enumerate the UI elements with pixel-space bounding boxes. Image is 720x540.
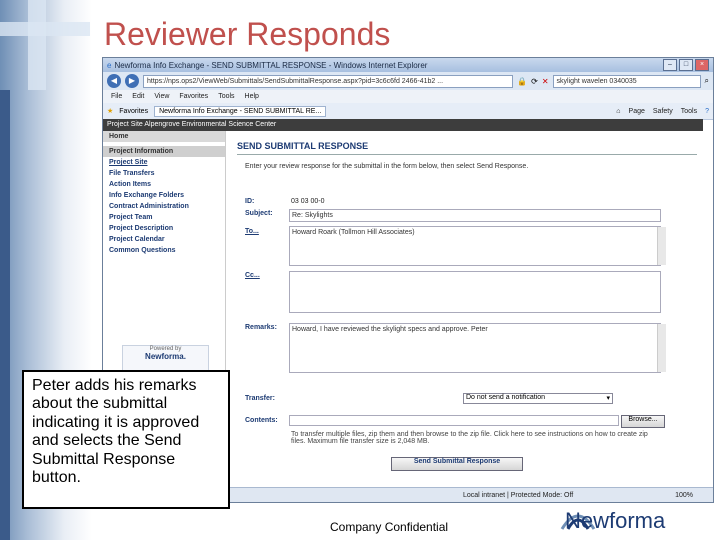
cc-recipients-box[interactable] <box>289 271 661 313</box>
maximize-button[interactable]: □ <box>679 59 693 71</box>
forward-button[interactable]: ▶ <box>125 74 139 88</box>
browser-tab[interactable]: Newforma Info Exchange - SEND SUBMITTAL … <box>154 105 327 117</box>
menu-bar: File Edit View Favorites Tools Help <box>103 90 713 103</box>
callout-box: Peter adds his remarks about the submitt… <box>22 370 230 509</box>
id-label: ID: <box>245 198 255 205</box>
stop-icon[interactable]: ✕ <box>542 77 549 86</box>
browse-button[interactable]: Browse... <box>621 415 665 428</box>
refresh-icon[interactable]: ⟳ <box>531 77 538 86</box>
cc-link[interactable]: Cc... <box>245 272 260 279</box>
remarks-label: Remarks: <box>245 324 277 331</box>
newforma-logo-text: Newforma <box>565 508 666 533</box>
form-instructions: Enter your review response for the submi… <box>245 163 529 170</box>
transfer-label: Transfer: <box>245 395 275 402</box>
tools-menu[interactable]: Tools <box>681 108 697 115</box>
form-area: SEND SUBMITTAL RESPONSE Enter your revie… <box>231 131 703 488</box>
page-menu[interactable]: Page <box>629 108 645 115</box>
menu-edit[interactable]: Edit <box>132 93 144 100</box>
favorites-star-icon[interactable]: ★ <box>107 107 113 115</box>
safety-menu[interactable]: Safety <box>653 108 673 115</box>
url-input[interactable]: https://nps.ops2/ViewWeb/Submittals/Send… <box>143 74 514 88</box>
send-submittal-response-button[interactable]: Send Submittal Response <box>391 457 523 471</box>
nav-project-calendar[interactable]: Project Calendar <box>103 234 225 245</box>
contents-label: Contents: <box>245 417 278 424</box>
nav-home[interactable]: Home <box>103 131 225 142</box>
search-icon[interactable]: ⌕ <box>705 76 709 86</box>
powered-by-text: Newforma. <box>145 352 186 361</box>
to-recipients-box[interactable]: Howard Roark (Tollmon Hill Associates) <box>289 226 661 266</box>
nav-contract-administration[interactable]: Contract Administration <box>103 201 225 212</box>
menu-file[interactable]: File <box>111 93 122 100</box>
contents-file-input[interactable] <box>289 415 619 426</box>
menu-view[interactable]: View <box>154 93 169 100</box>
search-input[interactable]: skylight wavelen 0340035 <box>552 74 701 88</box>
zoom-level[interactable]: 100% <box>675 492 693 499</box>
back-button[interactable]: ◀ <box>107 74 121 88</box>
notification-select-value: Do not send a notification <box>466 394 545 401</box>
status-zone: Local intranet | Protected Mode: Off <box>463 491 574 499</box>
menu-tools[interactable]: Tools <box>218 93 234 100</box>
help-icon[interactable]: ? <box>705 108 709 115</box>
nav-action-items[interactable]: Action Items <box>103 179 225 190</box>
notification-select[interactable]: Do not send a notification ▾ <box>463 393 613 404</box>
favorites-bar: ★ Favorites Newforma Info Exchange - SEN… <box>103 103 713 120</box>
browser-title: Newforma Info Exchange - SEND SUBMITTAL … <box>114 60 428 70</box>
menu-help[interactable]: Help <box>245 93 259 100</box>
slide-title: Reviewer Responds <box>104 16 391 52</box>
remarks-textarea[interactable]: Howard, I have reviewed the skylight spe… <box>289 323 661 373</box>
browser-titlebar: e Newforma Info Exchange - SEND SUBMITTA… <box>103 58 713 72</box>
project-bar: Project Site Alpengrove Environmental Sc… <box>103 119 703 131</box>
to-link[interactable]: To... <box>245 228 259 235</box>
home-icon[interactable]: ⌂ <box>616 108 620 115</box>
nav-project-description[interactable]: Project Description <box>103 223 225 234</box>
minimize-button[interactable]: – <box>663 59 677 71</box>
heading-divider <box>237 154 697 155</box>
nav-section-project-information: Project Information <box>103 146 225 157</box>
nav-project-team[interactable]: Project Team <box>103 212 225 223</box>
remarks-scrollbar[interactable] <box>657 324 666 372</box>
id-value: 03 03 00-0 <box>291 198 325 205</box>
nav-common-questions[interactable]: Common Questions <box>103 245 225 256</box>
decoration-cross-horizontal <box>0 22 90 36</box>
footer-text: Company Confidential <box>330 520 449 534</box>
close-button[interactable]: × <box>695 59 709 71</box>
upload-note: To transfer multiple files, zip them and… <box>291 431 648 445</box>
nav-file-transfers[interactable]: File Transfers <box>103 168 225 179</box>
decoration-cross-vertical <box>28 0 46 90</box>
chevron-down-icon: ▾ <box>606 395 610 402</box>
address-bar: ◀ ▶ https://nps.ops2/ViewWeb/Submittals/… <box>103 72 713 90</box>
subject-input[interactable]: Re: Skylights <box>289 209 661 222</box>
nav-info-exchange-folders[interactable]: Info Exchange Folders <box>103 190 225 201</box>
nav-project-site[interactable]: Project Site <box>103 157 225 168</box>
favorites-button[interactable]: Favorites <box>119 108 148 115</box>
to-scrollbar[interactable] <box>657 227 666 265</box>
subject-label: Subject: <box>245 210 273 217</box>
lock-icon[interactable]: 🔒 <box>517 77 527 86</box>
decoration-stripe <box>0 90 10 540</box>
ie-icon: e <box>107 60 112 70</box>
page-heading: SEND SUBMITTAL RESPONSE <box>237 141 369 151</box>
powered-by-logo: Powered by Newforma. <box>122 345 209 373</box>
menu-favorites[interactable]: Favorites <box>179 93 208 100</box>
